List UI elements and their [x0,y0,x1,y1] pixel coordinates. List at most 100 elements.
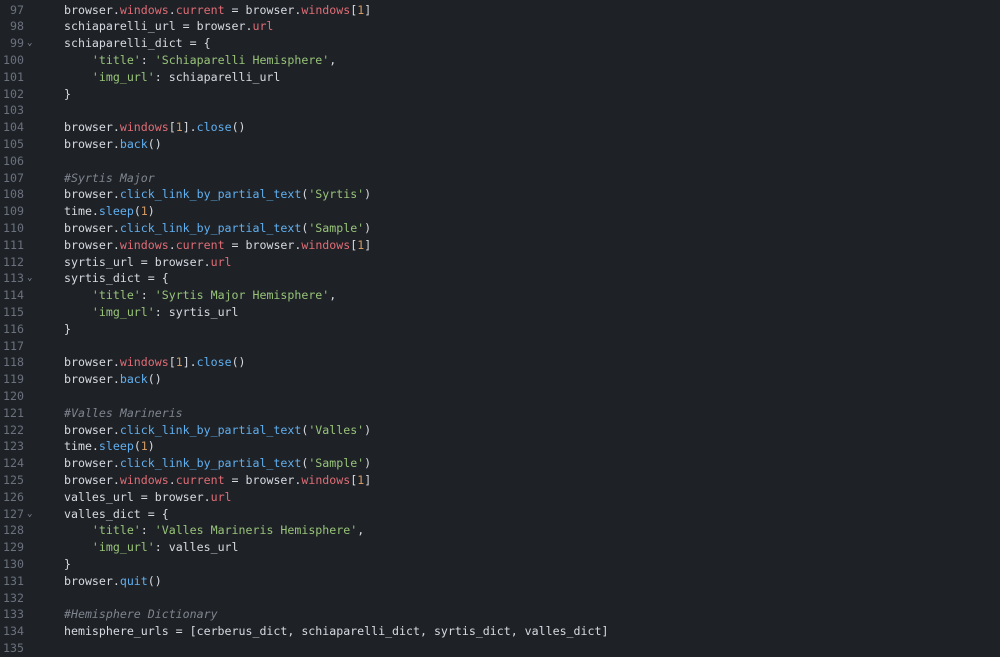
code-token: url [210,254,232,269]
code-token: () [231,120,246,135]
line-number: 105 [3,136,24,151]
code-line[interactable]: 101 'img_url': schiaparelli_url [0,69,1000,86]
code-text: browser.windows.current = browser.window… [64,2,371,19]
code-token: browser. [64,187,120,202]
code-line[interactable]: 135 [0,640,1000,657]
code-text: 'img_url': valles_url [64,539,239,556]
code-text: } [64,321,71,338]
code-token: windows [119,355,169,370]
code-editor[interactable]: 97 browser.windows.current = browser.wind… [0,0,1000,657]
code-line[interactable]: 124 browser.click_link_by_partial_text('S… [0,455,1000,472]
code-line[interactable]: 131 browser.quit() [0,573,1000,590]
fold-chevron-icon[interactable]: ⌄ [27,35,37,52]
code-token: 'Syrtis Major Hemisphere' [154,288,330,303]
code-line[interactable]: 109 time.sleep(1) [0,203,1000,220]
code-line[interactable]: 108 browser.click_link_by_partial_text('S… [0,186,1000,203]
code-token: 'Valles Marineris Hemisphere' [154,523,358,538]
code-token: () [147,136,162,151]
code-token: : schiaparelli_url [154,69,281,84]
code-token: ] [364,472,372,487]
code-text: 'title': 'Syrtis Major Hemisphere', [64,287,336,304]
code-token: 'Valles' [308,422,365,437]
line-number: 115 [3,304,24,319]
code-token: 'title' [91,52,141,67]
code-token: 1 [175,355,183,370]
code-line[interactable]: 98 schiaparelli_url = browser.url [0,18,1000,35]
code-line[interactable]: 132 [0,590,1000,607]
code-line[interactable]: 115 'img_url': syrtis_url [0,304,1000,321]
code-line[interactable]: 104 browser.windows[1].close() [0,119,1000,136]
code-text: browser.click_link_by_partial_text('Syrt… [64,186,371,203]
line-number: 111 [3,237,24,252]
code-line[interactable]: 126 valles_url = browser.url [0,489,1000,506]
code-token: browser. [64,422,120,437]
code-line[interactable]: 99 ⌄ schiaparelli_dict = { [0,35,1000,52]
code-line[interactable]: 100 'title': 'Schiaparelli Hemisphere', [0,52,1000,69]
code-line[interactable]: 102} [0,86,1000,103]
line-number: 108 [3,187,24,202]
code-token: click_link_by_partial_text [119,456,302,471]
code-line[interactable]: 122 browser.click_link_by_partial_text('V… [0,422,1000,439]
code-token: ) [364,187,372,202]
code-token: browser. [64,573,120,588]
code-line[interactable]: 111 browser.windows.current = browser.win… [0,237,1000,254]
code-token: sleep [98,204,134,219]
code-line[interactable]: 134 hemisphere_urls = [cerberus_dict, sch… [0,623,1000,640]
code-token: browser. [64,456,120,471]
code-line[interactable]: 107 #Syrtis Major [0,170,1000,187]
code-line[interactable]: 117 [0,338,1000,355]
fold-chevron-icon[interactable]: ⌄ [27,270,37,287]
code-token: 'Sample' [308,456,365,471]
code-token: close [196,355,232,370]
line-number: 123 [3,439,24,454]
code-text: browser.quit() [64,573,162,590]
line-number: 100 [3,52,24,67]
code-token: 'title' [91,288,141,303]
code-line[interactable]: 114 'title': 'Syrtis Major Hemisphere', [0,287,1000,304]
code-token: windows [119,237,169,252]
line-number: 125 [3,472,24,487]
code-token: browser. [64,120,120,135]
code-line[interactable]: 127 ⌄ valles_dict = { [0,506,1000,523]
code-token: ]. [182,355,197,370]
code-token: = browser. [224,237,302,252]
code-token: syrtis_url = browser. [64,254,211,269]
code-token: browser. [64,237,120,252]
code-line[interactable]: 125 browser.windows.current = browser.win… [0,472,1000,489]
code-token: #Syrtis Major [64,170,155,185]
code-token: . [168,2,176,17]
code-token: url [210,489,232,504]
code-line[interactable]: 120 [0,388,1000,405]
code-token: windows [119,120,169,135]
code-line[interactable]: 119 browser.back() [0,371,1000,388]
code-line[interactable]: 116} [0,321,1000,338]
code-line[interactable]: 118 browser.windows[1].close() [0,354,1000,371]
line-number: 126 [3,489,24,504]
code-line[interactable]: 113 ⌄ syrtis_dict = { [0,270,1000,287]
line-number: 102 [3,86,24,101]
code-token: 1 [175,120,183,135]
code-token: : valles_url [154,540,239,555]
line-number: 132 [3,590,24,605]
code-line[interactable]: 130} [0,556,1000,573]
code-line[interactable]: 121 #Valles Marineris [0,405,1000,422]
code-line[interactable]: 103 [0,102,1000,119]
fold-chevron-icon[interactable]: ⌄ [27,506,37,523]
code-line[interactable]: 97 browser.windows.current = browser.wind… [0,2,1000,19]
code-text: browser.back() [64,371,162,388]
code-line[interactable]: 123 time.sleep(1) [0,438,1000,455]
code-token: windows [301,472,351,487]
code-token: ( [133,204,141,219]
code-line[interactable]: 106 [0,153,1000,170]
code-line[interactable]: 128 'title': 'Valles Marineris Hemispher… [0,522,1000,539]
code-line[interactable]: 133 #Hemisphere Dictionary [0,606,1000,623]
line-number: 113 [3,271,24,286]
code-line[interactable]: 110 browser.click_link_by_partial_text('S… [0,220,1000,237]
code-token: , [357,523,365,538]
code-line[interactable]: 105 browser.back() [0,136,1000,153]
code-line[interactable]: 112 syrtis_url = browser.url [0,254,1000,271]
line-number: 116 [3,321,24,336]
code-line[interactable]: 129 'img_url': valles_url [0,539,1000,556]
